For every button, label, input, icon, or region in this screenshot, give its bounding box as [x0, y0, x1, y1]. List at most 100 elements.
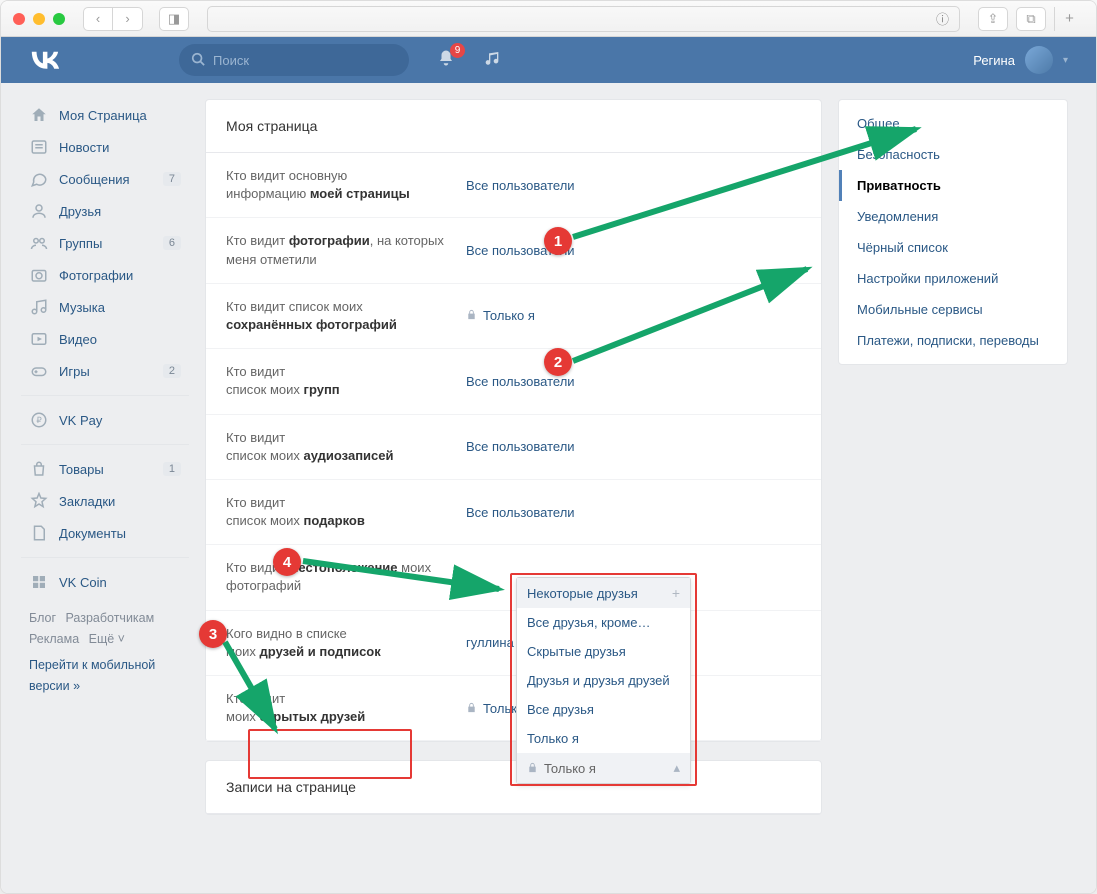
row-label: Кто видитсписок моих аудиозаписей — [226, 429, 466, 465]
search-icon — [191, 52, 205, 69]
footer-mobile[interactable]: Перейти к мобильной версии » — [29, 655, 175, 698]
settings-nav-item[interactable]: Платежи, подписки, переводы — [839, 325, 1067, 356]
privacy-row: Кто видитсписок моих групп Все пользоват… — [206, 349, 821, 414]
nav-friends[interactable]: Друзья — [21, 195, 189, 227]
nav-label: Новости — [59, 140, 109, 155]
music-icon — [29, 297, 49, 317]
nav-count: 2 — [163, 364, 181, 378]
row-value[interactable]: Все пользователи — [466, 167, 575, 203]
annotation-box-dropdown — [510, 573, 697, 786]
nav-label: Игры — [59, 364, 90, 379]
nav-label: VK Pay — [59, 413, 102, 428]
annotation-box-hidden-friends — [248, 729, 412, 779]
news-icon — [29, 137, 49, 157]
avatar — [1025, 46, 1053, 74]
nav-label: Моя Страница — [59, 108, 147, 123]
share-button[interactable]: ⇪ — [978, 7, 1008, 31]
nav-coin[interactable]: VK Coin — [21, 566, 189, 598]
sidebar-button[interactable]: ◨ — [159, 7, 189, 31]
music-button[interactable] — [483, 50, 499, 71]
row-label: Кто видит список моих сохранённых фотогр… — [226, 298, 466, 334]
minimize-icon[interactable] — [33, 13, 45, 25]
home-icon — [29, 105, 49, 125]
photo-icon — [29, 265, 49, 285]
nav-count: 1 — [163, 462, 181, 476]
row-label: Кто видит основнуюинформацию моей страни… — [226, 167, 466, 203]
notifications-button[interactable]: 9 — [437, 49, 455, 72]
svg-text:₽: ₽ — [36, 416, 41, 425]
pay-icon: ₽ — [29, 410, 49, 430]
settings-nav: ОбщееБезопасностьПриватностьУведомленияЧ… — [838, 99, 1068, 365]
nav-label: Закладки — [59, 494, 115, 509]
nav-label: VK Coin — [59, 575, 107, 590]
nav-label: Группы — [59, 236, 102, 251]
settings-nav-item[interactable]: Чёрный список — [839, 232, 1067, 263]
footer-blog[interactable]: Блог — [29, 611, 56, 625]
row-label: Кто видитмоих скрытых друзей — [226, 690, 466, 726]
footer-devs[interactable]: Разработчикам — [66, 611, 155, 625]
vk-header: Поиск 9 Регина ▾ — [1, 37, 1096, 83]
settings-nav-item[interactable]: Безопасность — [839, 139, 1067, 170]
nav-label: Сообщения — [59, 172, 130, 187]
nav-label: Музыка — [59, 300, 105, 315]
new-tab-button[interactable]: + — [1054, 7, 1084, 31]
row-label: Кто видит фотографии, на которых меня от… — [226, 232, 466, 268]
nav-pay[interactable]: ₽ VK Pay — [21, 404, 189, 436]
row-value[interactable]: гуллина — [466, 625, 514, 661]
forward-button[interactable]: › — [113, 7, 143, 31]
nav-market[interactable]: Товары 1 — [21, 453, 189, 485]
settings-nav-item[interactable]: Настройки приложений — [839, 263, 1067, 294]
user-menu[interactable]: Регина ▾ — [973, 46, 1068, 74]
music-icon — [483, 50, 499, 66]
video-icon — [29, 329, 49, 349]
nav-groups[interactable]: Группы 6 — [21, 227, 189, 259]
annotation-badge-2: 2 — [544, 348, 572, 376]
browser-chrome: ‹ › ◨ ⓘ ⇪ ⧉ + — [1, 1, 1096, 37]
search-placeholder: Поиск — [213, 53, 249, 68]
nav-count: 6 — [163, 236, 181, 250]
footer-ads[interactable]: Реклама — [29, 632, 79, 646]
nav-bookmark[interactable]: Закладки — [21, 485, 189, 517]
tabs-button[interactable]: ⧉ — [1016, 7, 1046, 31]
nav-home[interactable]: Моя Страница — [21, 99, 189, 131]
privacy-row: Кто видит фотографии, на которых меня от… — [206, 218, 821, 283]
annotation-badge-1: 1 — [544, 227, 572, 255]
nav-games[interactable]: Игры 2 — [21, 355, 189, 387]
nav-video[interactable]: Видео — [21, 323, 189, 355]
nav-label: Видео — [59, 332, 97, 347]
row-value[interactable]: Все пользователи — [466, 429, 575, 465]
back-button[interactable]: ‹ — [83, 7, 113, 31]
row-value[interactable]: Только я — [466, 298, 535, 334]
bookmark-icon — [29, 491, 49, 511]
nav-msg[interactable]: Сообщения7 — [21, 163, 189, 195]
window-controls — [13, 13, 65, 25]
url-bar[interactable]: ⓘ — [207, 6, 960, 32]
groups-icon — [29, 233, 49, 253]
maximize-icon[interactable] — [53, 13, 65, 25]
settings-nav-item[interactable]: Уведомления — [839, 201, 1067, 232]
privacy-row: Кто видит основнуюинформацию моей страни… — [206, 153, 821, 218]
settings-nav-item[interactable]: Общее — [839, 108, 1067, 139]
annotation-badge-4: 4 — [273, 548, 301, 576]
settings-nav-item[interactable]: Приватность — [839, 170, 1067, 201]
reader-icon: ⓘ — [936, 9, 949, 28]
privacy-row: Кто видитсписок моих подарков Все пользо… — [206, 480, 821, 545]
nav-news[interactable]: Новости — [21, 131, 189, 163]
footer-more[interactable]: Ещё ˅ — [89, 632, 125, 646]
row-value[interactable]: Все пользователи — [466, 494, 575, 530]
nav-label: Друзья — [59, 204, 101, 219]
close-icon[interactable] — [13, 13, 25, 25]
search-input[interactable]: Поиск — [179, 44, 409, 76]
settings-nav-item[interactable]: Мобильные сервисы — [839, 294, 1067, 325]
friends-icon — [29, 201, 49, 221]
lock-icon — [466, 309, 477, 320]
docs-icon — [29, 523, 49, 543]
nav-music[interactable]: Музыка — [21, 291, 189, 323]
row-label: Кто видит местоположение моих фотографий — [226, 559, 466, 595]
nav-photo[interactable]: Фотографии — [21, 259, 189, 291]
chevron-down-icon: ▾ — [1063, 55, 1068, 66]
user-name: Регина — [973, 53, 1015, 68]
nav-docs[interactable]: Документы — [21, 517, 189, 549]
nav-label: Товары — [59, 462, 104, 477]
vk-logo-icon[interactable] — [29, 45, 179, 76]
